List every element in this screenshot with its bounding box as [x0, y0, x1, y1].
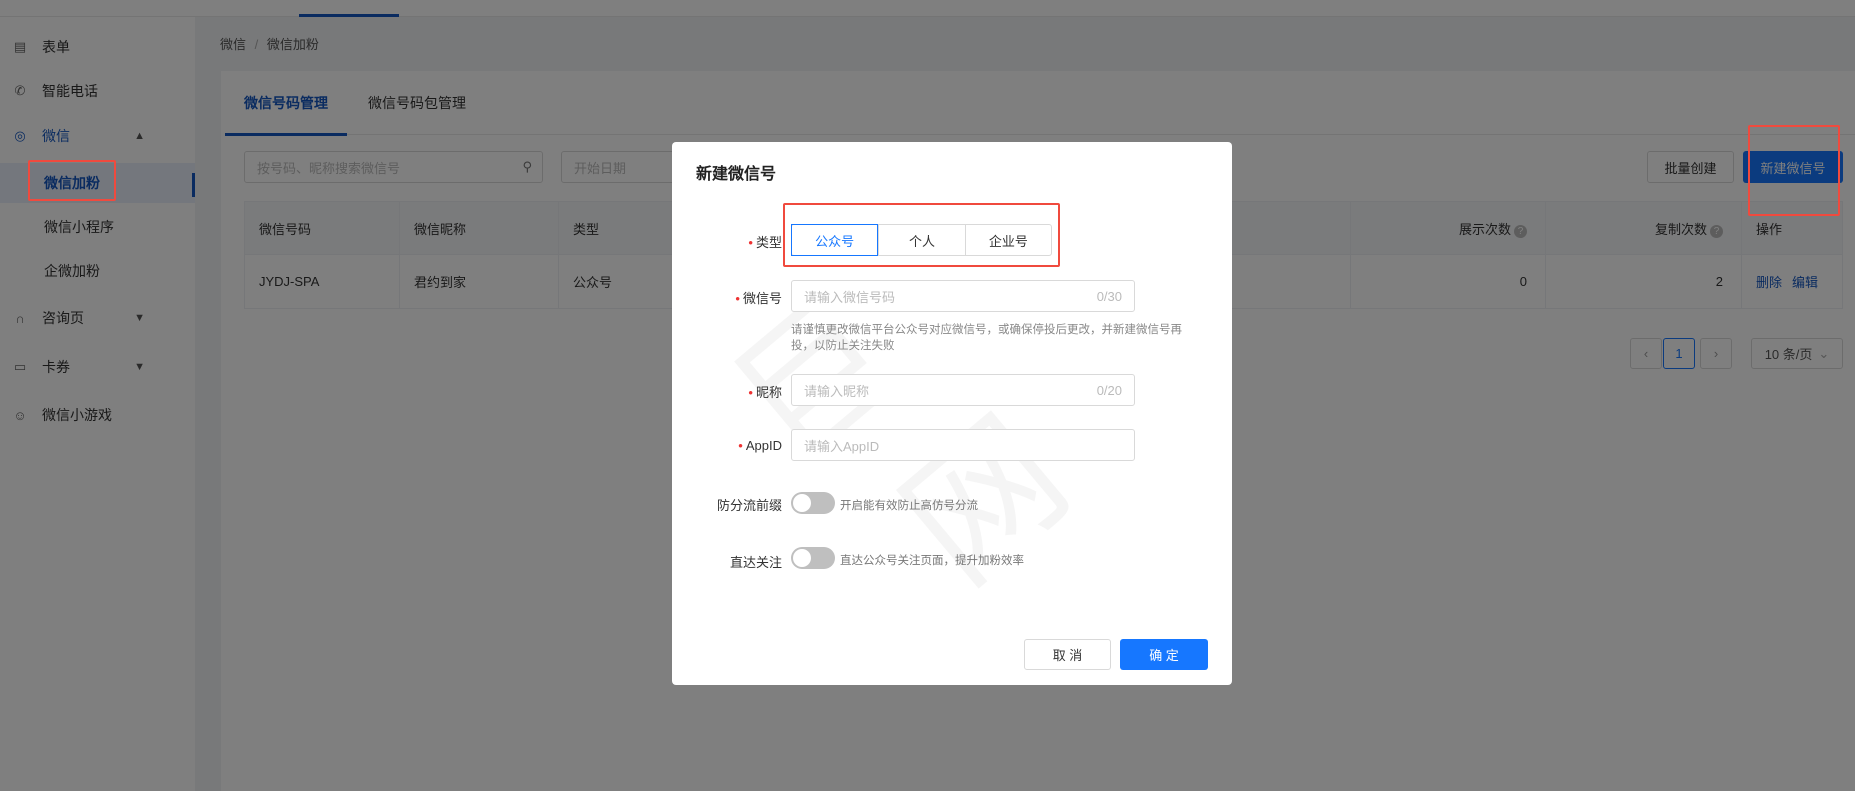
wechat-input[interactable]: 请输入微信号码 0/30: [791, 280, 1135, 312]
highlight-box: [28, 160, 116, 201]
dialog-title: 新建微信号: [696, 166, 777, 183]
char-count: 0/20: [1096, 382, 1122, 398]
wechat-label: 微信号: [672, 288, 782, 307]
direct-follow-toggle[interactable]: [791, 547, 835, 569]
direct-follow-description: 直达公众号关注页面，提升加粉效率: [840, 555, 1024, 567]
appid-label: AppID: [672, 438, 782, 453]
direct-follow-label: 直达关注: [729, 555, 782, 570]
highlight-box: [783, 203, 1060, 267]
type-label: 类型: [672, 232, 782, 251]
appid-input[interactable]: 请输入AppID: [791, 429, 1135, 461]
nickname-input[interactable]: 请输入昵称 0/20: [791, 374, 1135, 406]
cancel-button[interactable]: 取 消: [1024, 639, 1111, 670]
new-wechat-dialog: 巨 网 新建微信号 类型 公众号 个人 企业号 微信号 请输入微信号码0/30 …: [672, 142, 1232, 685]
nickname-label: 昵称: [672, 382, 782, 401]
highlight-box: [1748, 125, 1840, 216]
char-count: 0/30: [1096, 288, 1122, 304]
prefix-label: 防分流前缀: [716, 498, 782, 513]
wechat-help-text: 请谨慎更改微信平台公众号对应微信号，或确保停投后更改，并新建微信号再投，以防止关…: [791, 324, 1182, 352]
prefix-description: 开启能有效防止高仿号分流: [840, 500, 978, 512]
prefix-toggle[interactable]: [791, 492, 835, 514]
confirm-button[interactable]: 确 定: [1120, 639, 1208, 670]
